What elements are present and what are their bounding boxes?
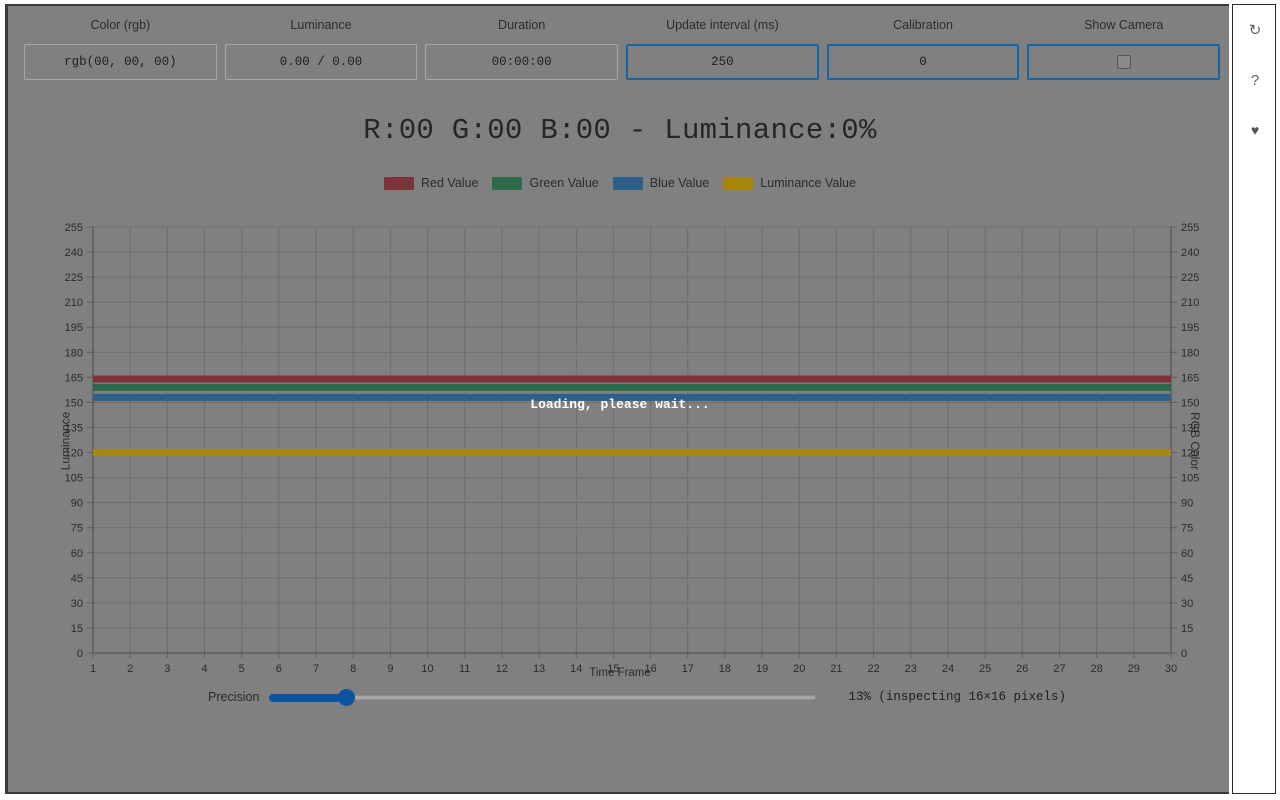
precision-row: Precision 13% (inspecting 16×16 pixels) <box>8 688 1232 706</box>
precision-label: Precision <box>208 690 259 704</box>
refresh-icon[interactable]: ↻ <box>1233 5 1277 55</box>
status-cell-calibration <box>823 44 1024 80</box>
status-label-text: Show Camera <box>1027 16 1220 35</box>
input-update-interval-ms[interactable] <box>628 46 817 78</box>
status-field-luminance[interactable] <box>225 44 418 80</box>
svg-text:90: 90 <box>71 498 83 510</box>
plot-shell: Luminance RGB Color 00151530304545606075… <box>8 201 1232 681</box>
status-field-update-interval-ms[interactable] <box>626 44 819 80</box>
svg-text:60: 60 <box>71 548 83 560</box>
status-label-text: Calibration <box>827 16 1020 35</box>
legend-swatch-icon <box>384 177 414 190</box>
svg-text:60: 60 <box>1181 548 1193 560</box>
status-label-color-rgb: Color (rgb) <box>20 16 221 35</box>
slider-thumb[interactable] <box>338 689 355 706</box>
svg-text:75: 75 <box>71 523 83 535</box>
legend-label: Blue Value <box>650 176 710 190</box>
status-cell-show-camera <box>1023 44 1224 80</box>
status-label-text: Update interval (ms) <box>626 16 819 35</box>
help-icon[interactable]: ? <box>1233 55 1277 105</box>
svg-text:255: 255 <box>1181 222 1199 234</box>
status-label-duration: Duration <box>421 16 622 35</box>
svg-text:0: 0 <box>77 648 83 660</box>
status-label-text: Duration <box>425 16 618 35</box>
svg-text:120: 120 <box>65 448 83 460</box>
legend-item[interactable]: Luminance Value <box>723 176 856 190</box>
svg-text:30: 30 <box>71 598 83 610</box>
input-color-rgb[interactable] <box>25 45 216 79</box>
svg-text:240: 240 <box>1181 247 1199 259</box>
precision-slider[interactable] <box>269 688 816 706</box>
svg-text:75: 75 <box>1181 523 1193 535</box>
status-cell-luminance <box>221 44 422 80</box>
legend-swatch-icon <box>723 177 753 190</box>
svg-text:15: 15 <box>1181 623 1193 635</box>
status-field-calibration[interactable] <box>827 44 1020 80</box>
status-bar: Color (rgb) Luminance Duration Update inter… <box>20 16 1224 80</box>
svg-text:135: 135 <box>1181 422 1199 434</box>
svg-text:105: 105 <box>65 473 83 485</box>
chart-container: Red Value Green Value Blue Value Luminance … <box>8 172 1232 682</box>
input-luminance[interactable] <box>226 45 417 79</box>
svg-text:225: 225 <box>65 272 83 284</box>
status-bar-fields <box>20 44 1224 80</box>
legend-swatch-icon <box>492 177 522 190</box>
right-icon-rail: ↻?♥ <box>1232 4 1276 794</box>
app-root: Color (rgb) Luminance Duration Update inter… <box>0 0 1280 800</box>
svg-text:15: 15 <box>71 623 83 635</box>
status-cell-color-rgb <box>20 44 221 80</box>
svg-text:30: 30 <box>1181 598 1193 610</box>
svg-text:255: 255 <box>65 222 83 234</box>
status-field-show-camera[interactable] <box>1027 44 1220 80</box>
slider-fill <box>269 694 346 702</box>
svg-text:45: 45 <box>1181 573 1193 585</box>
svg-text:165: 165 <box>65 372 83 384</box>
status-label-text: Color (rgb) <box>24 16 217 35</box>
svg-text:105: 105 <box>1181 473 1199 485</box>
status-label-show-camera: Show Camera <box>1023 16 1224 35</box>
svg-text:165: 165 <box>1181 372 1199 384</box>
checkbox-show-camera[interactable] <box>1117 55 1131 69</box>
status-label-update-interval-ms: Update interval (ms) <box>622 16 823 35</box>
svg-text:180: 180 <box>65 347 83 359</box>
status-label-calibration: Calibration <box>823 16 1024 35</box>
legend-item[interactable]: Blue Value <box>613 176 710 190</box>
chart-plot[interactable]: 0 0 15 15 30 30 45 45 60 60 75 75 90 90 105 105 120 120 13… <box>8 201 1232 681</box>
legend-label: Red Value <box>421 176 478 190</box>
page-title: R:00 G:00 B:00 - Luminance:0% <box>8 114 1232 147</box>
legend-item[interactable]: Red Value <box>384 176 478 190</box>
main-panel: Color (rgb) Luminance Duration Update inter… <box>5 4 1229 794</box>
heart-icon[interactable]: ♥ <box>1233 105 1277 155</box>
status-field-duration[interactable] <box>425 44 618 80</box>
x-axis-title: Time Frame <box>8 667 1232 679</box>
svg-text:195: 195 <box>65 322 83 334</box>
svg-text:210: 210 <box>1181 297 1199 309</box>
input-duration[interactable] <box>426 45 617 79</box>
precision-readout: 13% (inspecting 16×16 pixels) <box>848 690 1066 704</box>
svg-text:120: 120 <box>1181 448 1199 460</box>
chart-legend: Red Value Green Value Blue Value Luminance … <box>8 172 1232 194</box>
status-cell-duration <box>421 44 622 80</box>
svg-text:45: 45 <box>71 573 83 585</box>
status-field-color-rgb[interactable] <box>24 44 217 80</box>
legend-label: Green Value <box>529 176 598 190</box>
legend-label: Luminance Value <box>760 176 856 190</box>
status-label-luminance: Luminance <box>221 16 422 35</box>
svg-text:0: 0 <box>1181 648 1187 660</box>
status-cell-update-interval-ms <box>622 44 823 80</box>
svg-text:135: 135 <box>65 422 83 434</box>
svg-text:195: 195 <box>1181 322 1199 334</box>
svg-text:225: 225 <box>1181 272 1199 284</box>
svg-text:90: 90 <box>1181 498 1193 510</box>
status-bar-labels: Color (rgb) Luminance Duration Update inter… <box>20 16 1224 35</box>
svg-text:240: 240 <box>65 247 83 259</box>
status-label-text: Luminance <box>225 16 418 35</box>
svg-text:150: 150 <box>1181 397 1199 409</box>
svg-text:150: 150 <box>65 397 83 409</box>
input-calibration[interactable] <box>829 46 1018 78</box>
legend-item[interactable]: Green Value <box>492 176 598 190</box>
legend-swatch-icon <box>613 177 643 190</box>
svg-text:210: 210 <box>65 297 83 309</box>
svg-text:180: 180 <box>1181 347 1199 359</box>
